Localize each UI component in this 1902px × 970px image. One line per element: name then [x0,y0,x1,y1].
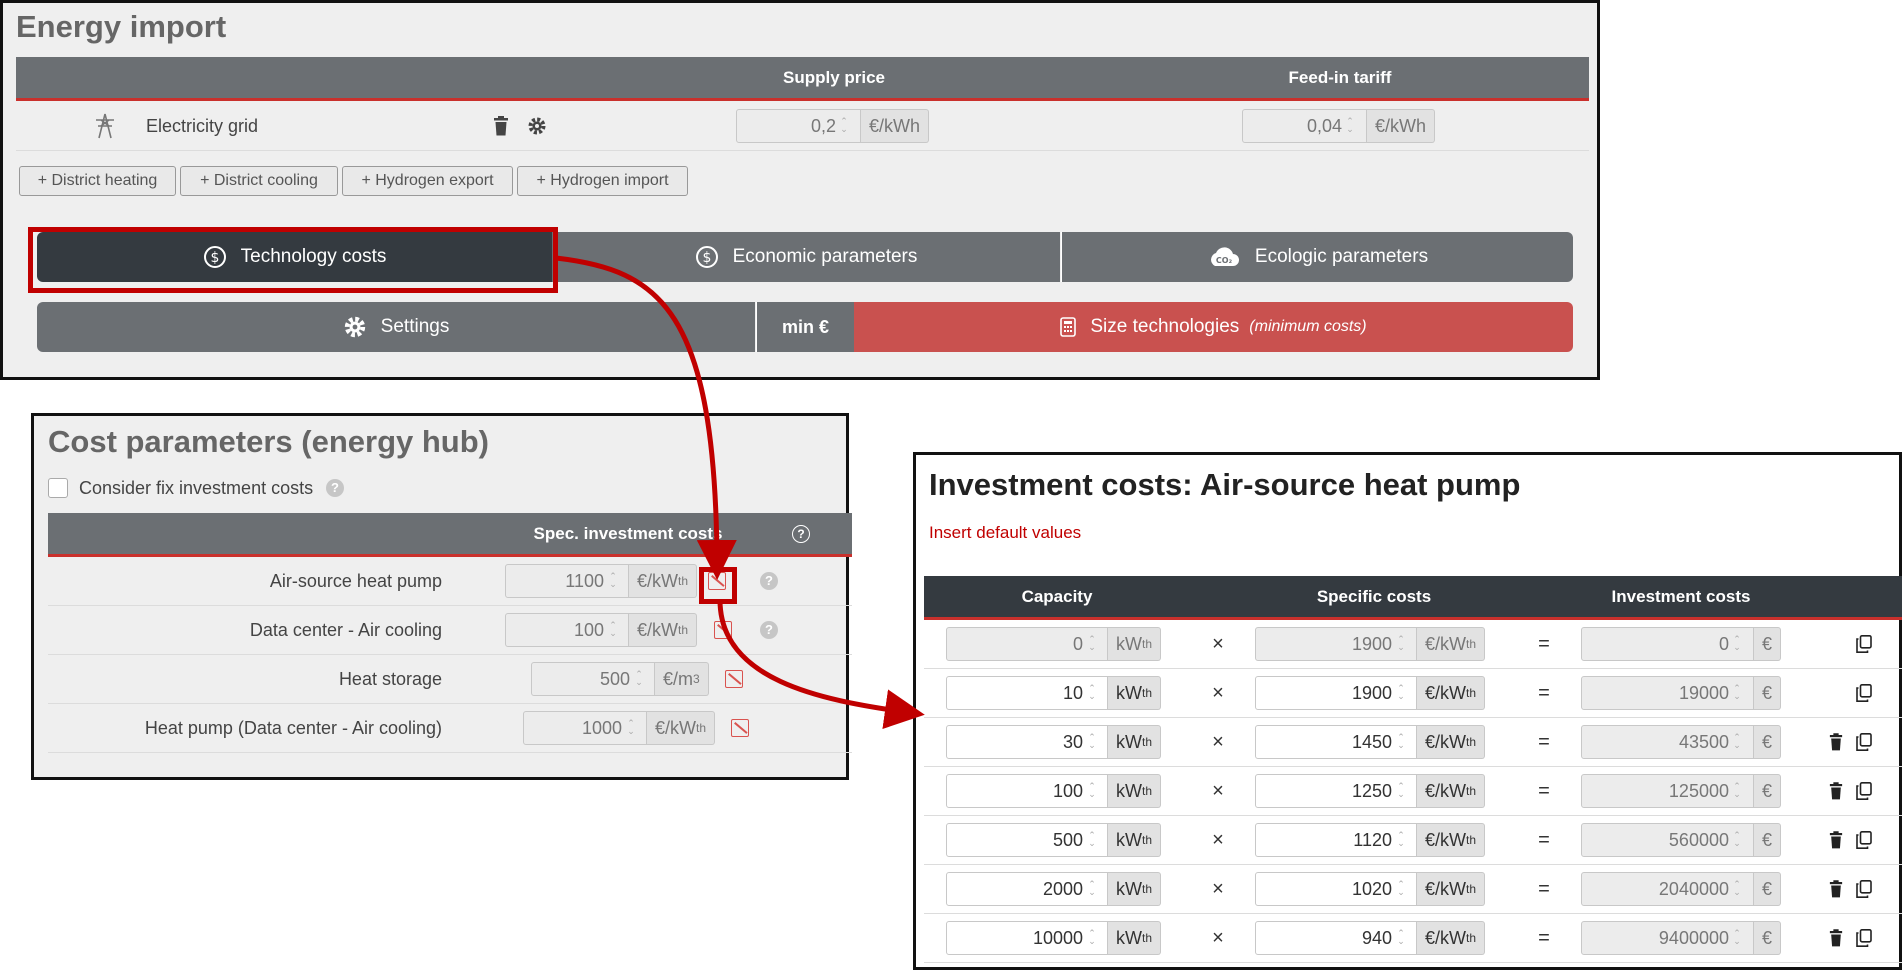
arrow-to-investment-table [717,599,925,730]
arrow-to-cost-curve [555,255,737,580]
annotation-arrows [555,255,925,730]
